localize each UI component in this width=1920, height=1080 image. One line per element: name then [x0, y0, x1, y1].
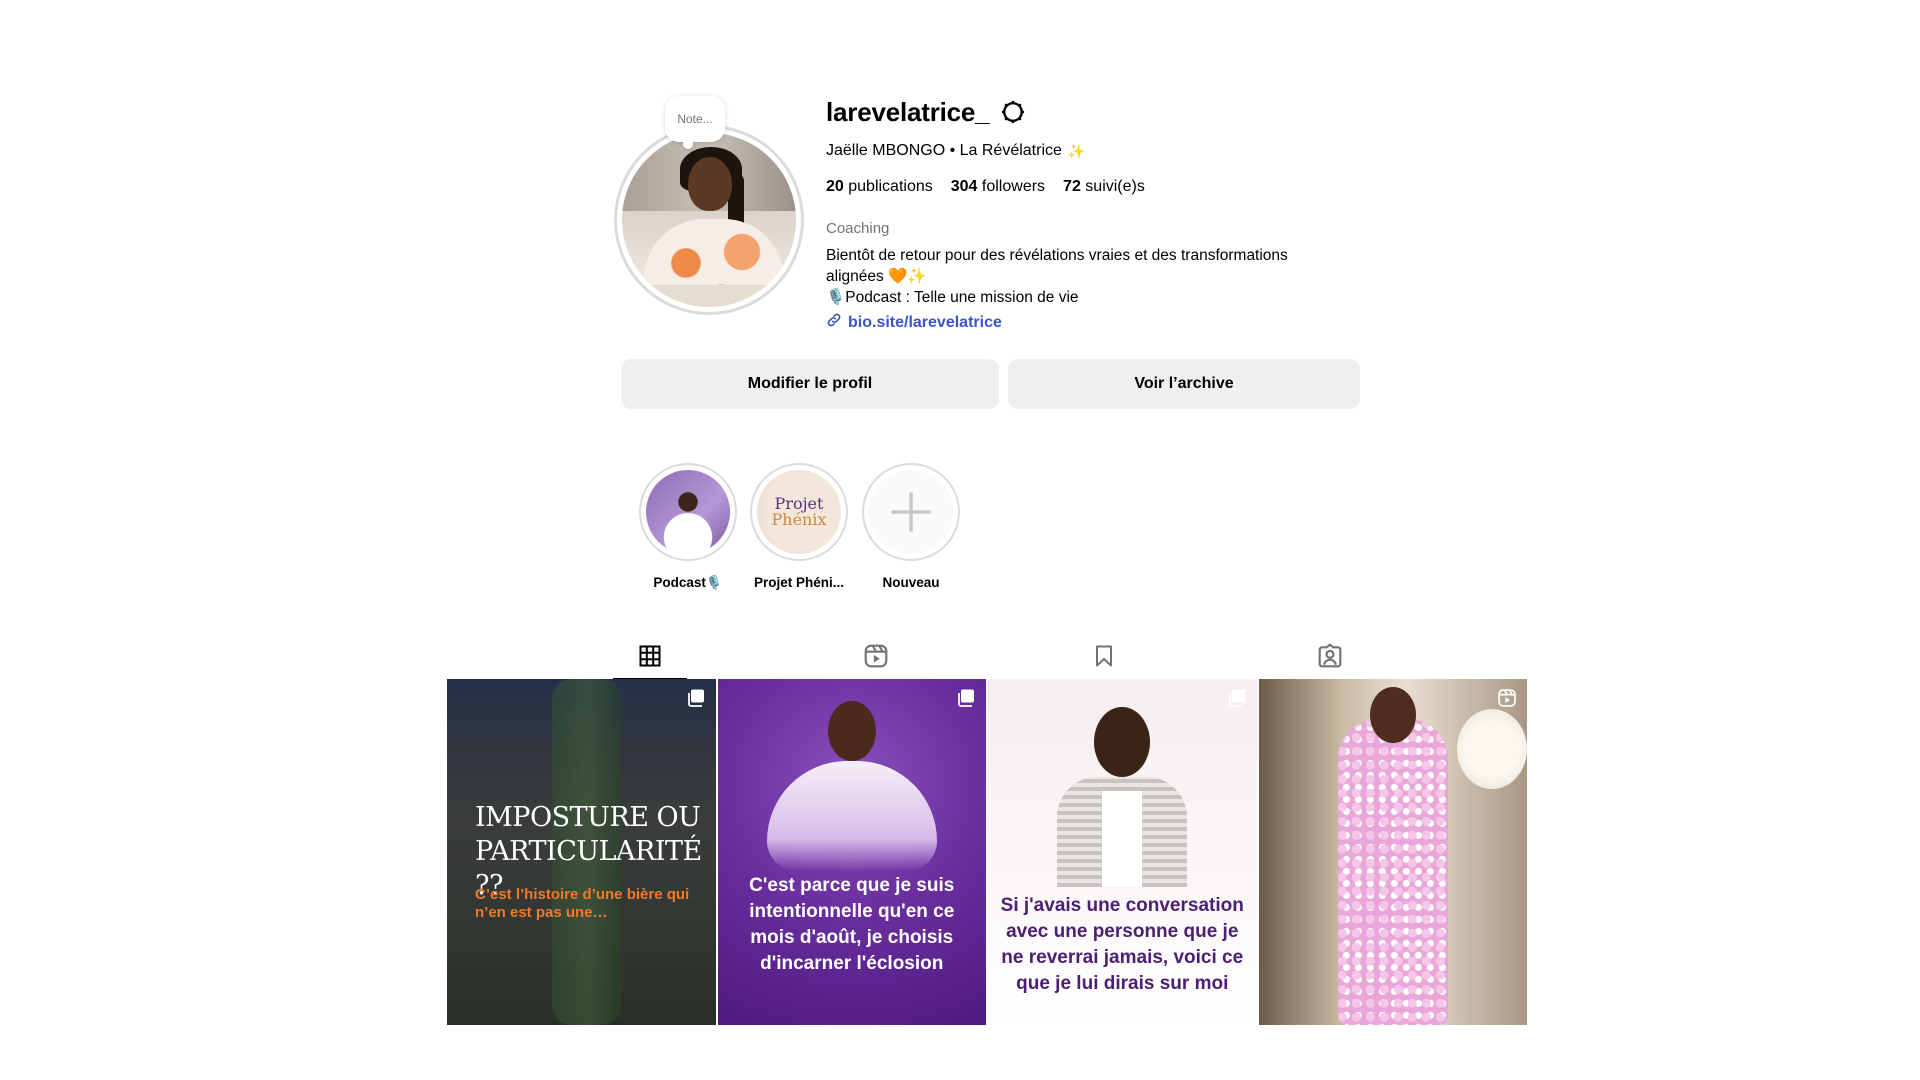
followers-stat[interactable]: 304 followers — [951, 178, 1045, 196]
post-subtitle: C’est l’histoire d’une bière qui n’en es… — [475, 886, 690, 921]
avatar-image — [622, 133, 796, 307]
highlight-label: Nouveau — [882, 575, 940, 590]
highlight-label: Projet Phéni... — [753, 575, 845, 590]
tab-reels[interactable] — [839, 636, 913, 680]
note-label: Note... — [677, 112, 713, 126]
profile-link[interactable]: bio.site/larevelatrice — [826, 312, 1346, 333]
edit-profile-button[interactable]: Modifier le profil — [621, 359, 999, 409]
profile-stats: 20 publications 304 followers 72 suivi(e… — [826, 178, 1346, 196]
reel-icon — [1498, 689, 1516, 707]
highlight-new[interactable]: Nouveau — [861, 463, 961, 590]
sparkle-emoji: ✨ — [1067, 142, 1086, 159]
carousel-icon — [958, 689, 974, 707]
tab-saved[interactable] — [1067, 636, 1141, 680]
post-tile-4[interactable] — [1258, 679, 1527, 1025]
profile-info: larevelatrice_ Jaëlle MBONGO • La Révéla… — [826, 92, 1346, 333]
highlight-cover — [646, 470, 730, 554]
bio-emoji: 🧡✨ — [888, 268, 927, 285]
username: larevelatrice_ — [826, 96, 990, 127]
highlight-label: Podcast🎙️ — [653, 575, 723, 590]
profile-category: Coaching — [826, 220, 890, 237]
link-text: bio.site/larevelatrice — [848, 313, 1002, 331]
profile-tabs — [447, 636, 1527, 680]
post-tile-1[interactable]: IMPOSTURE OU PARTICULARITÉ ?? C’est l’hi… — [447, 679, 716, 1025]
view-archive-button[interactable]: Voir l’archive — [1008, 359, 1360, 409]
highlight-projet-phenix[interactable]: Projet Phénix Projet Phéni... — [749, 463, 849, 590]
reels-icon — [863, 643, 889, 674]
tab-posts[interactable] — [613, 636, 687, 680]
following-stat[interactable]: 72 suivi(e)s — [1063, 178, 1145, 196]
highlight-cover: Projet Phénix — [757, 470, 841, 554]
post-text: C'est parce que je suis intentionnelle q… — [749, 875, 955, 974]
carousel-icon — [687, 689, 704, 707]
profile-avatar[interactable] — [614, 125, 804, 315]
highlight-podcast[interactable]: Podcast🎙️ — [638, 463, 738, 591]
post-text: Si j'avais une conversation avec une per… — [1000, 895, 1244, 994]
bookmark-icon — [1092, 644, 1116, 673]
profile-bio: Bientôt de retour pour des révélations v… — [826, 245, 1346, 308]
settings-gear-icon[interactable] — [999, 98, 1027, 126]
cover-text-2: Phénix — [771, 510, 827, 529]
bio-line-2: 🎙️Podcast : Telle une mission de vie — [826, 289, 1079, 306]
tagged-icon — [1317, 642, 1343, 674]
post-tile-2[interactable]: C'est parce que je suis intentionnelle q… — [717, 679, 986, 1025]
carousel-icon — [1228, 689, 1245, 707]
plus-icon — [869, 470, 953, 554]
fullname: Jaëlle MBONGO • La Révélatrice ✨ — [826, 142, 1346, 160]
posts-grid: IMPOSTURE OU PARTICULARITÉ ?? C’est l’hi… — [447, 679, 1527, 1025]
fullname-text: Jaëlle MBONGO • La Révélatrice — [826, 142, 1062, 159]
link-icon — [826, 312, 842, 333]
posts-stat: 20 publications — [826, 178, 933, 195]
post-tile-3[interactable]: Si j'avais une conversation avec une per… — [988, 679, 1257, 1025]
note-bubble[interactable]: Note... — [665, 96, 725, 149]
grid-icon — [638, 644, 662, 673]
tab-tagged[interactable] — [1293, 636, 1367, 680]
